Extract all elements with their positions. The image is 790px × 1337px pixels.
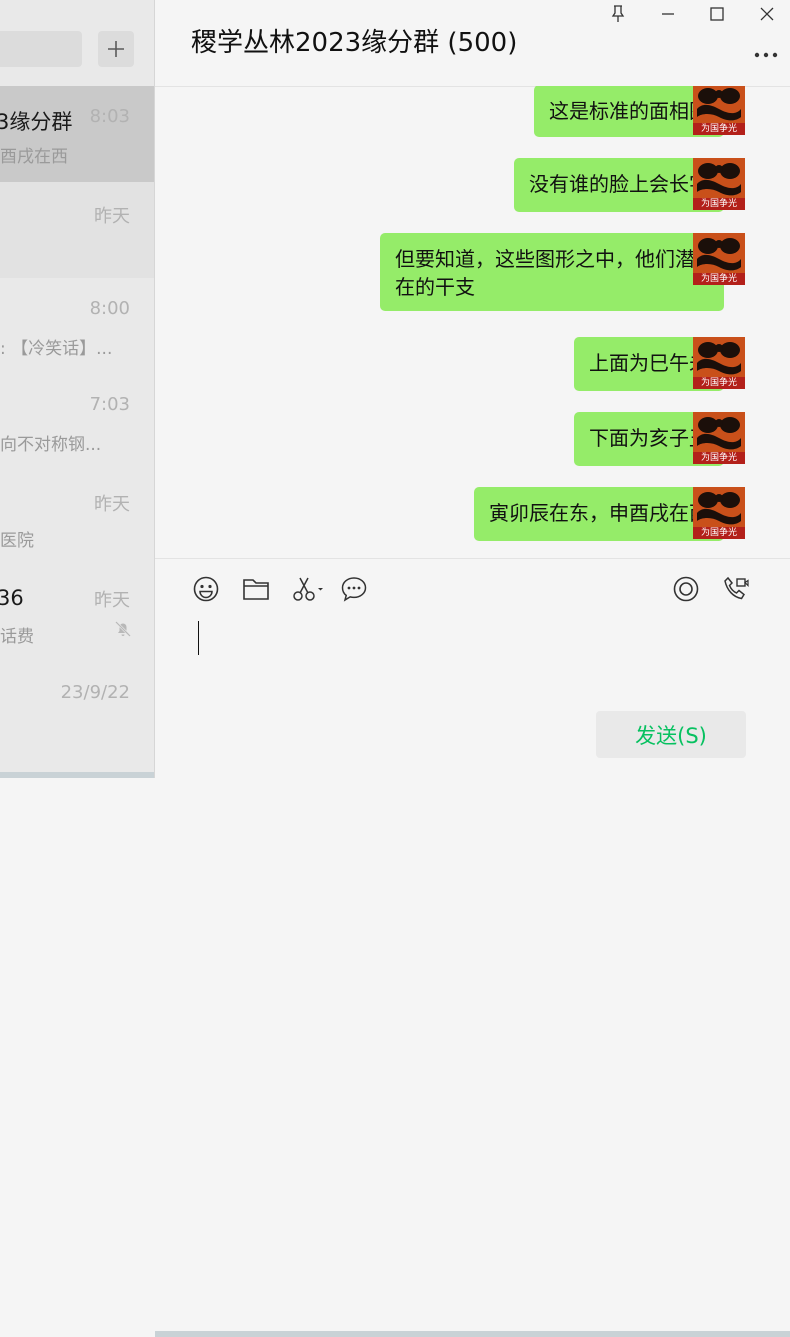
chat-name: 36 — [0, 586, 24, 610]
input-area: 发送(S) — [155, 558, 790, 1337]
mute-icon — [114, 620, 132, 642]
message-list: 这是标准的面相图 为国争光 没有谁的脸上会长字 为国争光 但要知道，这些图形之中… — [155, 86, 790, 558]
avatar[interactable]: 为国争光 — [693, 337, 745, 389]
taskbar-strip — [155, 1331, 790, 1337]
chat-preview: 话费 — [0, 627, 34, 647]
chat-preview: 向不对称钢... — [0, 435, 102, 455]
chat-title: 稷学丛林2023缘分群 (500) — [191, 28, 518, 58]
chat-time: 23/9/22 — [60, 682, 130, 703]
avatar[interactable]: 为国争光 — [693, 86, 745, 135]
chat-list: 3缘分群 8:03 酉戌在西 昨天 8:00 : 【冷笑话】... 7:03 向… — [0, 86, 154, 758]
chat-preview: : 【冷笑话】... — [0, 339, 113, 359]
chat-list-item[interactable]: 昨天 — [0, 182, 154, 278]
chat-time: 昨天 — [94, 494, 130, 515]
chat-preview: 酉戌在西 — [0, 147, 68, 167]
maximize-icon[interactable] — [704, 2, 730, 26]
chat-time: 昨天 — [94, 202, 130, 228]
video-call-icon[interactable] — [720, 573, 752, 605]
chat-name: 3缘分群 — [0, 110, 73, 134]
search-input[interactable] — [0, 31, 82, 67]
message-bubble[interactable]: 寅卯辰在东，申酉戌在西 — [474, 487, 731, 541]
avatar-caption: 为国争光 — [700, 199, 737, 209]
send-button[interactable]: 发送(S) — [596, 711, 746, 758]
plus-icon — [108, 41, 124, 57]
avatar[interactable]: 为国争光 — [693, 158, 745, 210]
chat-preview: 医院 — [0, 531, 34, 551]
text-input[interactable] — [198, 621, 199, 655]
add-button[interactable] — [98, 31, 134, 67]
taskbar-strip — [0, 772, 154, 778]
avatar[interactable]: 为国争光 — [693, 412, 745, 464]
minimize-icon[interactable] — [655, 2, 681, 26]
avatar-caption: 为国争光 — [700, 378, 737, 388]
chat-time: 8:03 — [89, 106, 130, 127]
chat-list-item[interactable]: 3缘分群 8:03 酉戌在西 — [0, 86, 154, 182]
chat-list-item[interactable]: 8:00 : 【冷笑话】... — [0, 278, 154, 374]
chat-list-item[interactable]: 昨天 医院 — [0, 470, 154, 566]
avatar-caption: 为国争光 — [700, 528, 737, 538]
pin-icon[interactable] — [605, 2, 631, 26]
chat-pane: 稷学丛林2023缘分群 (500) 这是标准的面相图 为国争光 没有谁的脸上会长… — [155, 0, 790, 1337]
avatar-caption: 为国争光 — [700, 453, 737, 463]
chat-history-icon[interactable] — [338, 573, 370, 605]
chat-list-item[interactable]: 23/9/22 — [0, 662, 154, 758]
chat-list-item[interactable]: 36 昨天 话费 — [0, 566, 154, 662]
avatar-caption: 为国争光 — [700, 274, 737, 284]
scissors-icon[interactable] — [290, 573, 326, 605]
live-icon[interactable] — [670, 573, 702, 605]
chat-time: 8:00 — [89, 298, 130, 319]
emoji-icon[interactable] — [190, 573, 222, 605]
message-bubble[interactable]: 但要知道，这些图形之中，他们潜在的干支 — [380, 233, 731, 311]
more-icon[interactable] — [754, 44, 778, 63]
chat-time: 7:03 — [89, 394, 130, 415]
chat-time: 昨天 — [94, 590, 130, 611]
close-icon[interactable] — [754, 2, 780, 26]
chat-list-sidebar: 3缘分群 8:03 酉戌在西 昨天 8:00 : 【冷笑话】... 7:03 向… — [0, 0, 155, 778]
folder-icon[interactable] — [240, 573, 272, 605]
avatar[interactable]: 为国争光 — [693, 487, 745, 539]
chat-header: 稷学丛林2023缘分群 (500) — [155, 0, 790, 87]
avatar[interactable]: 为国争光 — [693, 233, 745, 285]
avatar-caption: 为国争光 — [700, 124, 737, 134]
chat-list-item[interactable]: 7:03 向不对称钢... — [0, 374, 154, 470]
